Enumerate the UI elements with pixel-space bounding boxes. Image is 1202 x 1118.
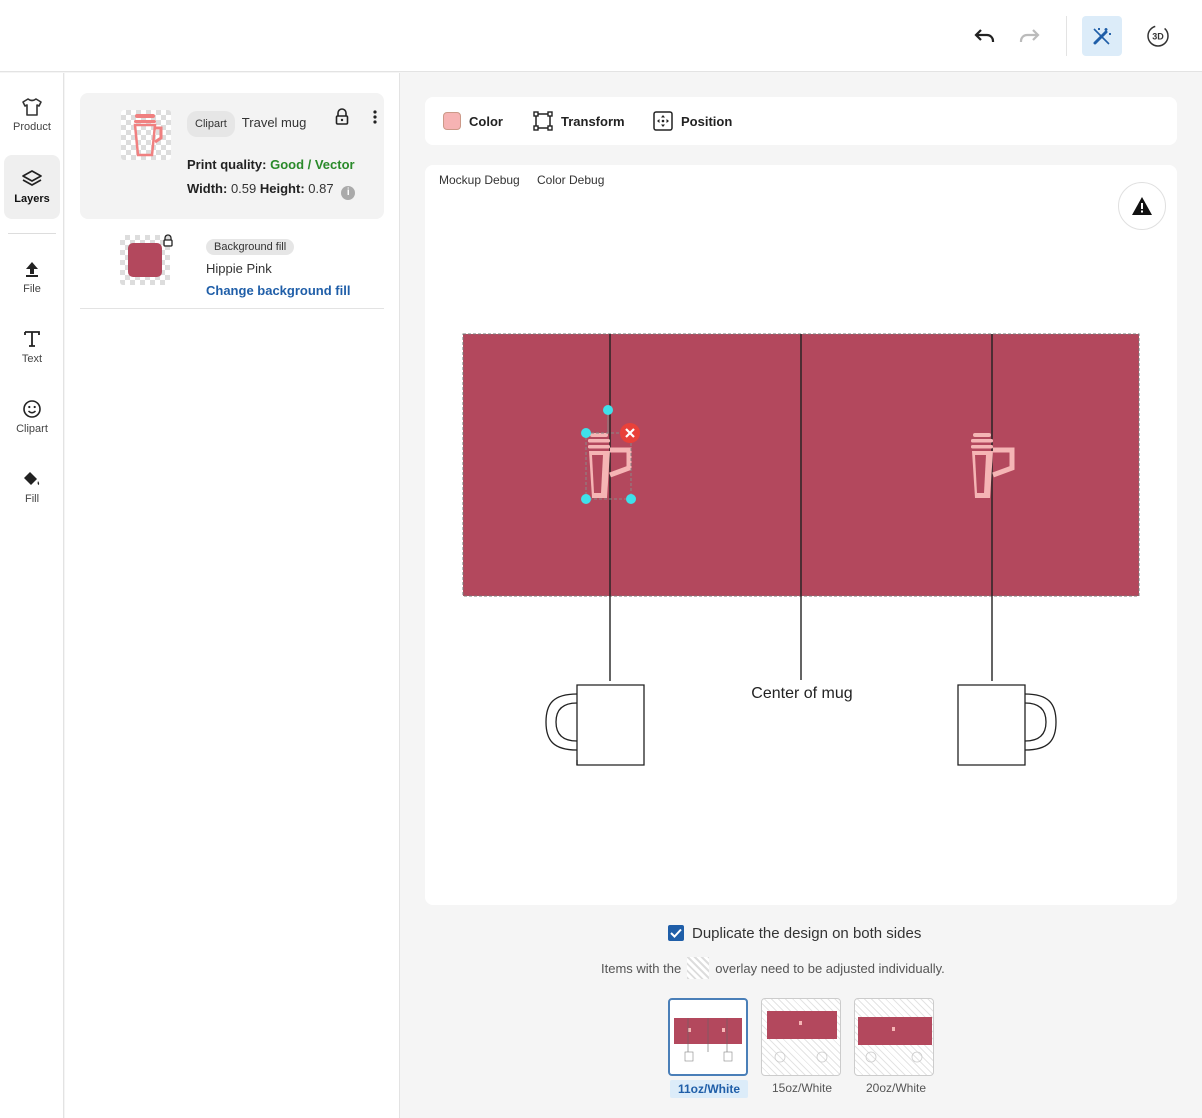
transform-icon bbox=[533, 111, 553, 131]
lock-toggle[interactable] bbox=[334, 108, 350, 131]
variant-thumbnail bbox=[858, 1017, 932, 1063]
clipart-title: Clipart Travel mug bbox=[187, 111, 317, 137]
design-toolbar: Color Transform Position bbox=[425, 97, 1177, 145]
mug-outline-right bbox=[957, 684, 1057, 766]
magic-wand-icon bbox=[1093, 28, 1111, 45]
undo-icon bbox=[974, 29, 995, 42]
transform-tool-label: Transform bbox=[561, 113, 625, 129]
checkmark-icon bbox=[670, 928, 682, 938]
clipart-thumbnail bbox=[121, 110, 171, 160]
variant-label-20oz[interactable]: 20oz/White bbox=[856, 1081, 936, 1095]
rail-label: Text bbox=[21, 353, 43, 365]
variant-label-15oz[interactable]: 15oz/White bbox=[762, 1081, 842, 1095]
color-tool-label: Color bbox=[469, 113, 503, 129]
rail-item-product[interactable]: Product bbox=[4, 83, 60, 147]
rail-label: Layers bbox=[14, 193, 50, 205]
position-icon bbox=[653, 111, 673, 131]
delete-icon[interactable] bbox=[620, 423, 640, 443]
resize-handle-tl[interactable] bbox=[581, 428, 591, 438]
rail-item-fill[interactable]: Fill bbox=[4, 455, 60, 519]
background-chip: Background fill bbox=[206, 239, 295, 255]
resize-handle-bl[interactable] bbox=[581, 494, 591, 504]
more-vertical-icon bbox=[373, 110, 377, 124]
position-tool-label: Position bbox=[681, 113, 733, 129]
width-value: 0.59 bbox=[230, 181, 257, 196]
clipart-chip: Clipart bbox=[187, 111, 235, 137]
top-bar: 3D bbox=[0, 0, 1202, 72]
rail-label: Clipart bbox=[16, 423, 48, 435]
background-lock bbox=[162, 234, 174, 252]
rail-item-layers[interactable]: Layers bbox=[4, 155, 60, 219]
duplicate-label: Duplicate the design on both sides bbox=[692, 924, 922, 942]
width-label: Width: bbox=[187, 181, 228, 196]
variant-thumbnail bbox=[767, 1011, 837, 1063]
text-icon bbox=[24, 331, 40, 347]
undo-button[interactable] bbox=[965, 16, 1005, 56]
duplicate-checkbox[interactable] bbox=[668, 925, 684, 941]
print-quality-value: Good / Vector bbox=[270, 157, 355, 172]
duplicate-design-option[interactable]: Duplicate the design on both sides bbox=[668, 923, 921, 943]
print-quality: Print quality: Good / Vector bbox=[187, 157, 355, 172]
warning-button[interactable] bbox=[1118, 182, 1166, 230]
position-tool-button[interactable]: Position bbox=[653, 109, 732, 133]
clipart-name: Travel mug bbox=[241, 115, 307, 130]
layer-item-clipart[interactable]: Clipart Travel mug Print quality: Good /… bbox=[80, 93, 384, 219]
rail-divider bbox=[8, 233, 56, 234]
tshirt-icon bbox=[22, 98, 42, 116]
upload-icon bbox=[26, 262, 38, 277]
design-canvas[interactable]: Mockup Debug Color Debug Center of mug bbox=[425, 165, 1177, 905]
redo-button[interactable] bbox=[1009, 16, 1049, 56]
paint-bucket-icon bbox=[24, 472, 40, 485]
layer-item-background[interactable]: Background fill Hippie Pink Change backg… bbox=[80, 225, 384, 309]
overlay-note-before: Items with the bbox=[601, 960, 682, 976]
height-value: 0.87 bbox=[308, 181, 334, 196]
travel-mug-icon bbox=[133, 114, 163, 157]
mug-template-diagram bbox=[462, 333, 1140, 766]
clipart-dimensions: Width: 0.59 Height: 0.87 i bbox=[187, 181, 356, 200]
rail-item-file[interactable]: File bbox=[4, 245, 60, 309]
hatch-overlay-sample bbox=[687, 957, 710, 979]
print-quality-label: Print quality: bbox=[187, 157, 267, 172]
rail-label: Product bbox=[13, 121, 51, 133]
redo-icon bbox=[1019, 29, 1040, 42]
background-name: Hippie Pink bbox=[206, 261, 272, 276]
overlay-note-after: overlay need to be adjusted individually… bbox=[715, 960, 945, 976]
rail-label: Fill bbox=[24, 493, 40, 505]
color-tool-button[interactable]: Color bbox=[443, 109, 503, 133]
mug-outline-left bbox=[545, 684, 645, 766]
variant-thumbnail bbox=[674, 1018, 742, 1062]
transform-tool-button[interactable]: Transform bbox=[533, 109, 625, 133]
center-of-mug-label: Center of mug bbox=[751, 685, 853, 702]
height-label: Height: bbox=[259, 181, 305, 196]
variant-11oz-white[interactable] bbox=[668, 998, 748, 1076]
variant-label-11oz[interactable]: 11oz/White bbox=[670, 1080, 748, 1098]
resize-handle-br[interactable] bbox=[626, 494, 636, 504]
rail-item-clipart[interactable]: Clipart bbox=[4, 385, 60, 449]
layers-icon bbox=[22, 170, 42, 186]
layers-panel: Clipart Travel mug Print quality: Good /… bbox=[65, 73, 400, 1118]
variant-20oz-white[interactable] bbox=[854, 998, 934, 1076]
smiley-icon bbox=[23, 400, 41, 418]
variant-15oz-white[interactable] bbox=[761, 998, 841, 1076]
toolbar-divider bbox=[1066, 16, 1067, 56]
color-swatch bbox=[443, 112, 461, 130]
left-rail: Product Layers File Text Clipart Fill bbox=[0, 73, 64, 1118]
view-3d-button[interactable]: 3D bbox=[1138, 16, 1178, 56]
rail-label: File bbox=[23, 283, 41, 295]
warning-icon bbox=[1132, 197, 1152, 215]
change-background-link[interactable]: Change background fill bbox=[206, 283, 350, 298]
background-swatch bbox=[128, 243, 162, 277]
rotate-3d-icon: 3D bbox=[1147, 25, 1169, 47]
lock-icon bbox=[335, 108, 349, 125]
more-options-button[interactable] bbox=[365, 107, 385, 127]
info-icon[interactable]: i bbox=[341, 186, 356, 200]
magic-wand-button[interactable] bbox=[1082, 16, 1122, 56]
rotate-handle[interactable] bbox=[603, 405, 613, 415]
lock-icon bbox=[163, 234, 173, 247]
overlay-note: Items with the overlay need to be adjust… bbox=[601, 957, 945, 979]
rail-item-text[interactable]: Text bbox=[4, 315, 60, 379]
view-3d-label: 3D bbox=[1152, 32, 1164, 42]
